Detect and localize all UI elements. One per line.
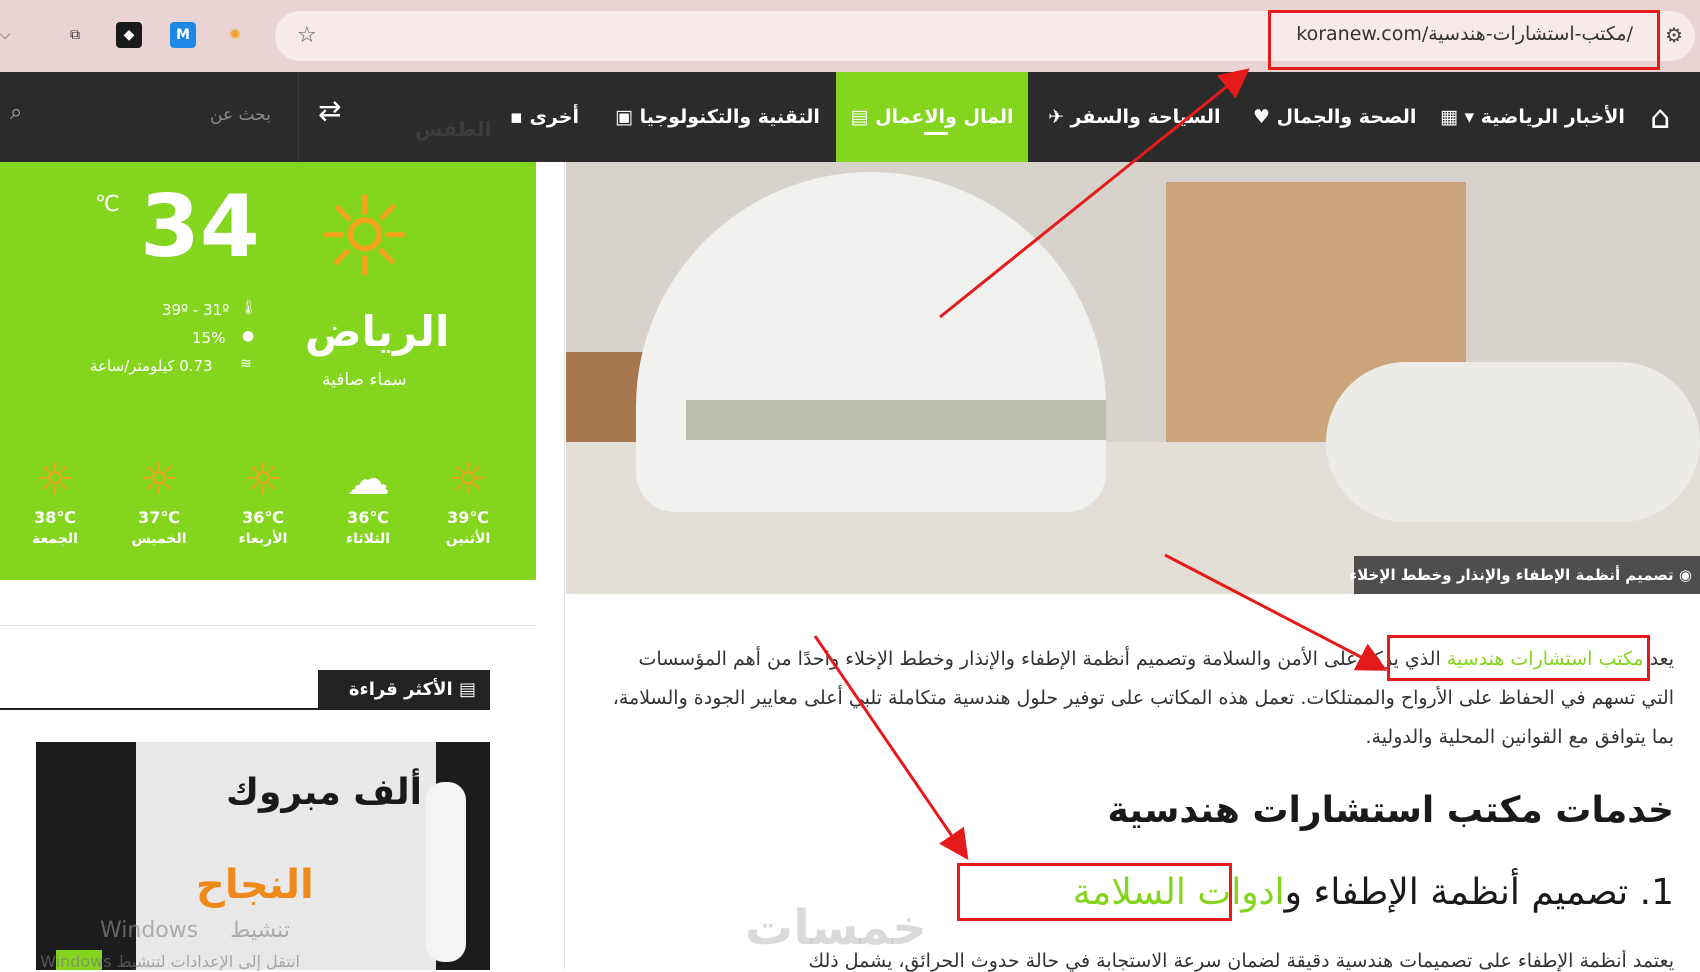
annotation-arrows [813, 68, 1388, 860]
arrow-to-link [1164, 553, 1388, 671]
arrow-to-link2 [813, 635, 969, 860]
arrow-to-url [939, 68, 1250, 319]
